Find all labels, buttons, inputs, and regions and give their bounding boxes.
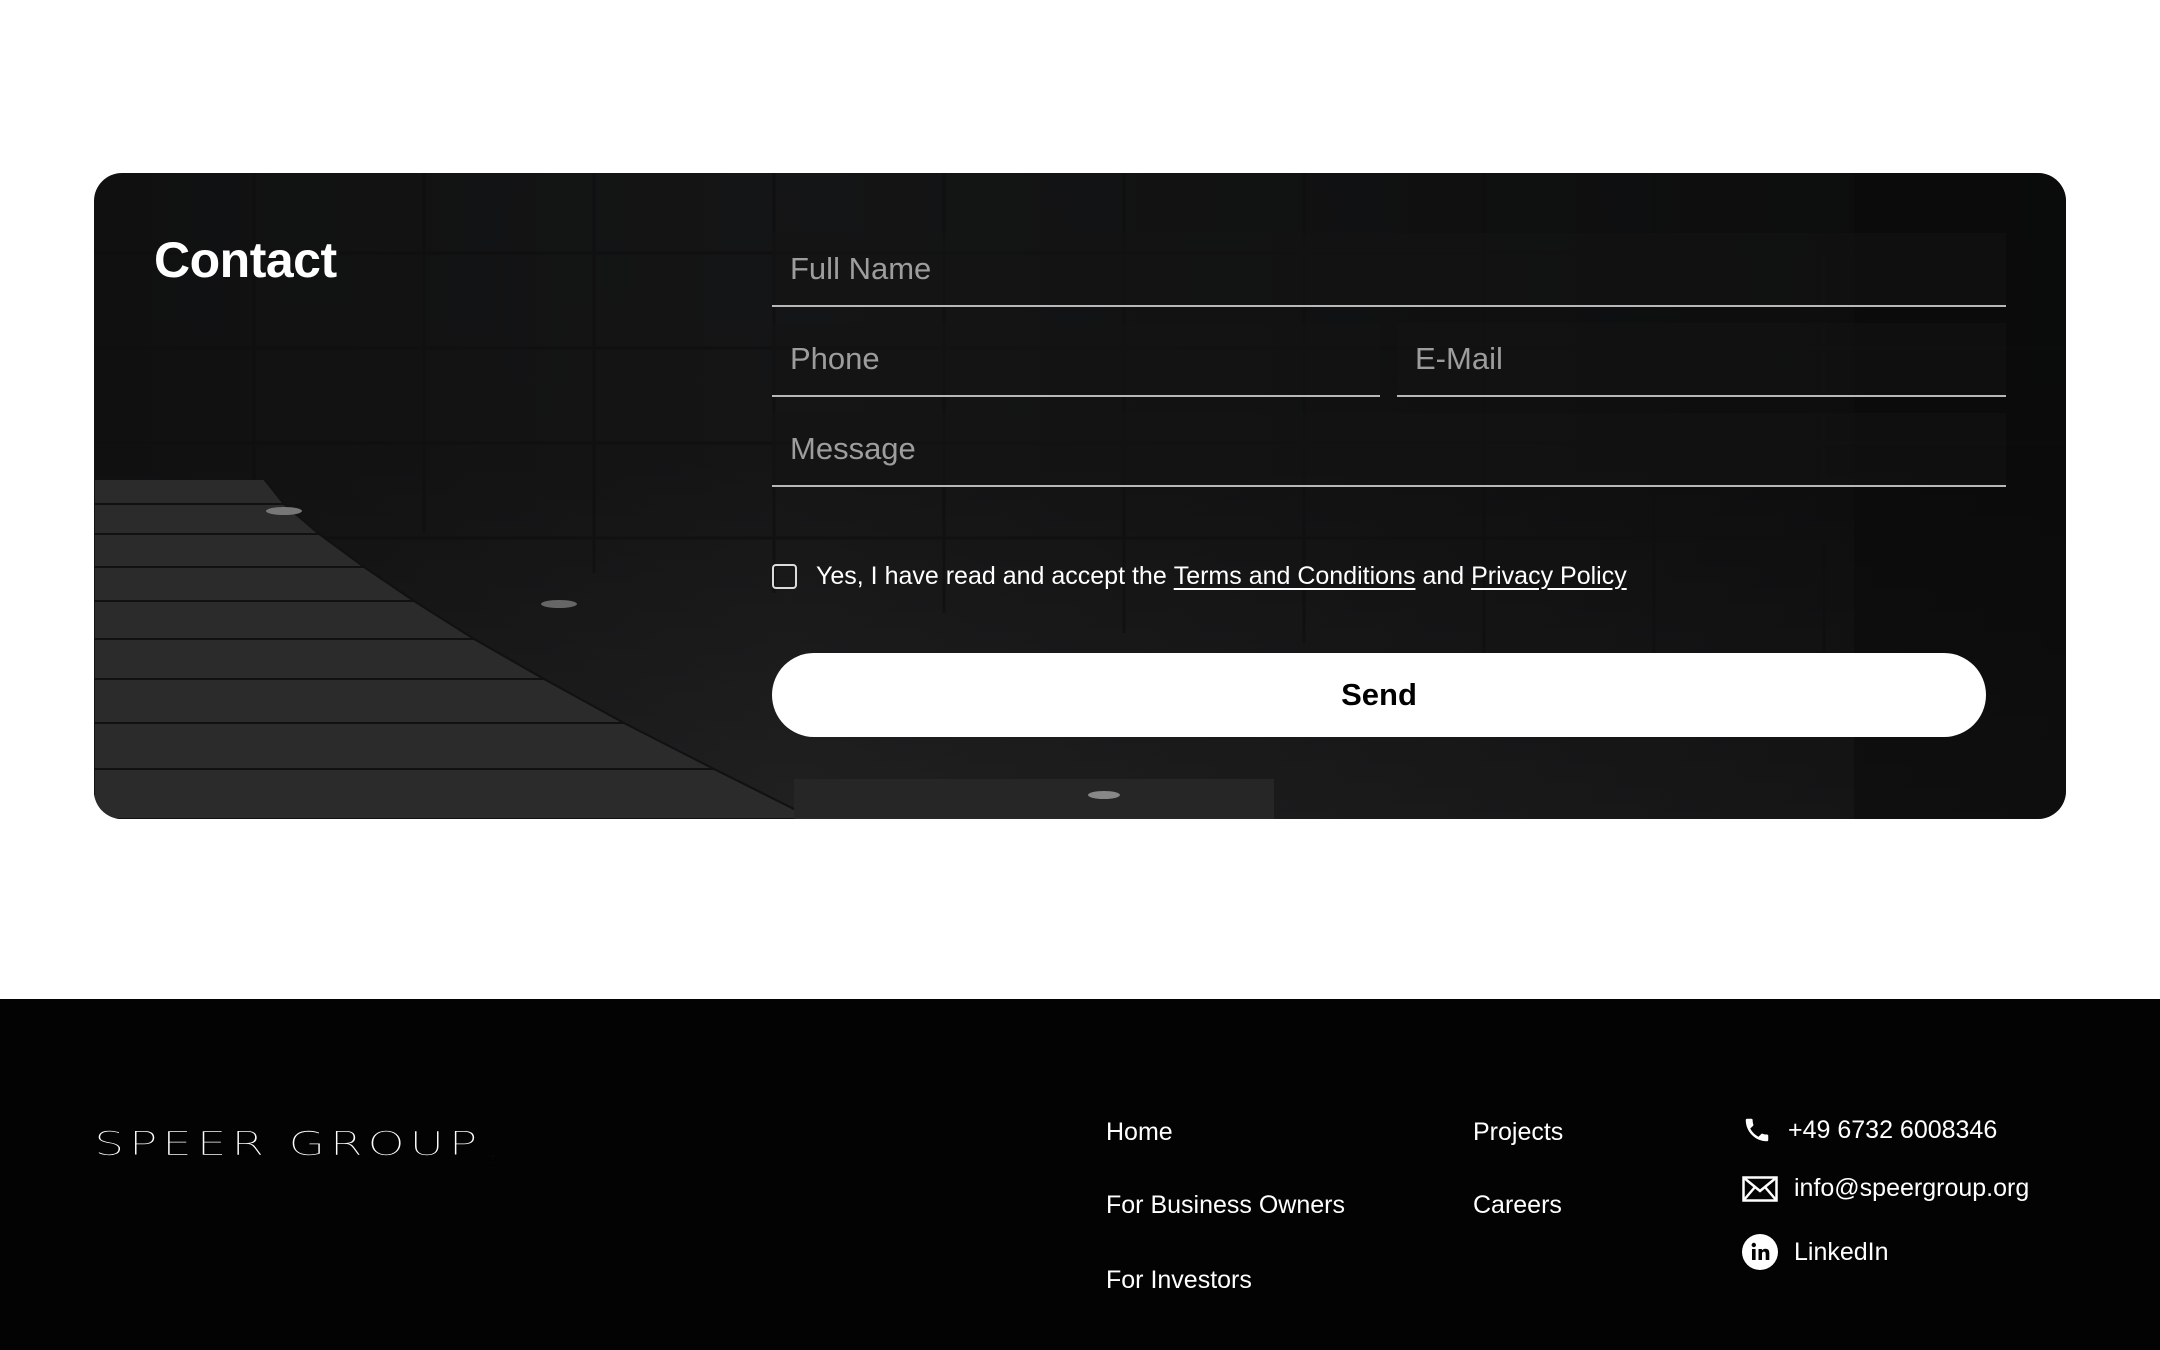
linkedin-icon (1742, 1234, 1778, 1270)
footer-link-home[interactable]: Home (1106, 1118, 1173, 1147)
envelope-icon (1742, 1175, 1778, 1202)
contact-card: Contact Yes, I have read and accept the … (94, 173, 2066, 819)
logo-registered-mark: ® (484, 1154, 504, 1166)
footer-link-careers[interactable]: Careers (1473, 1191, 1562, 1220)
footer-email-link[interactable]: info@speergroup.org (1742, 1174, 2029, 1203)
footer-phone-link[interactable]: +49 6732 6008346 (1742, 1115, 1997, 1145)
privacy-link[interactable]: Privacy Policy (1471, 562, 1627, 591)
footer-link-investors[interactable]: For Investors (1106, 1266, 1252, 1295)
message-input[interactable] (772, 413, 2006, 487)
footer-email-text: info@speergroup.org (1794, 1174, 2030, 1202)
consent-text: Yes, I have read and accept the (816, 562, 1167, 590)
consent-checkbox[interactable] (772, 564, 797, 589)
terms-link[interactable]: Terms and Conditions (1174, 562, 1416, 591)
background-stairs-image (94, 479, 1274, 819)
footer-link-projects[interactable]: Projects (1473, 1118, 1563, 1147)
consent-row: Yes, I have read and accept the Terms an… (772, 562, 1627, 591)
footer-linkedin-text: LinkedIn (1794, 1237, 1889, 1266)
phone-icon (1742, 1115, 1772, 1145)
email-input[interactable] (1397, 323, 2006, 397)
logo-text: SPEER GROUP (94, 1124, 482, 1164)
full-name-input[interactable] (772, 233, 2006, 307)
footer-phone-text: +49 6732 6008346 (1788, 1115, 1998, 1144)
footer-linkedin-link[interactable]: LinkedIn (1742, 1234, 1889, 1270)
send-button[interactable]: Send (772, 653, 1986, 737)
footer-link-business-owners[interactable]: For Business Owners (1106, 1191, 1345, 1220)
phone-input[interactable] (772, 323, 1380, 397)
company-logo[interactable]: SPEER GROUP ® (94, 1124, 504, 1166)
footer: SPEER GROUP ® Home For Business Owners Fo… (0, 999, 2160, 1350)
page: Contact Yes, I have read and accept the … (0, 0, 2160, 1350)
contact-title: Contact (154, 232, 337, 288)
consent-connector: and (1422, 562, 1465, 590)
